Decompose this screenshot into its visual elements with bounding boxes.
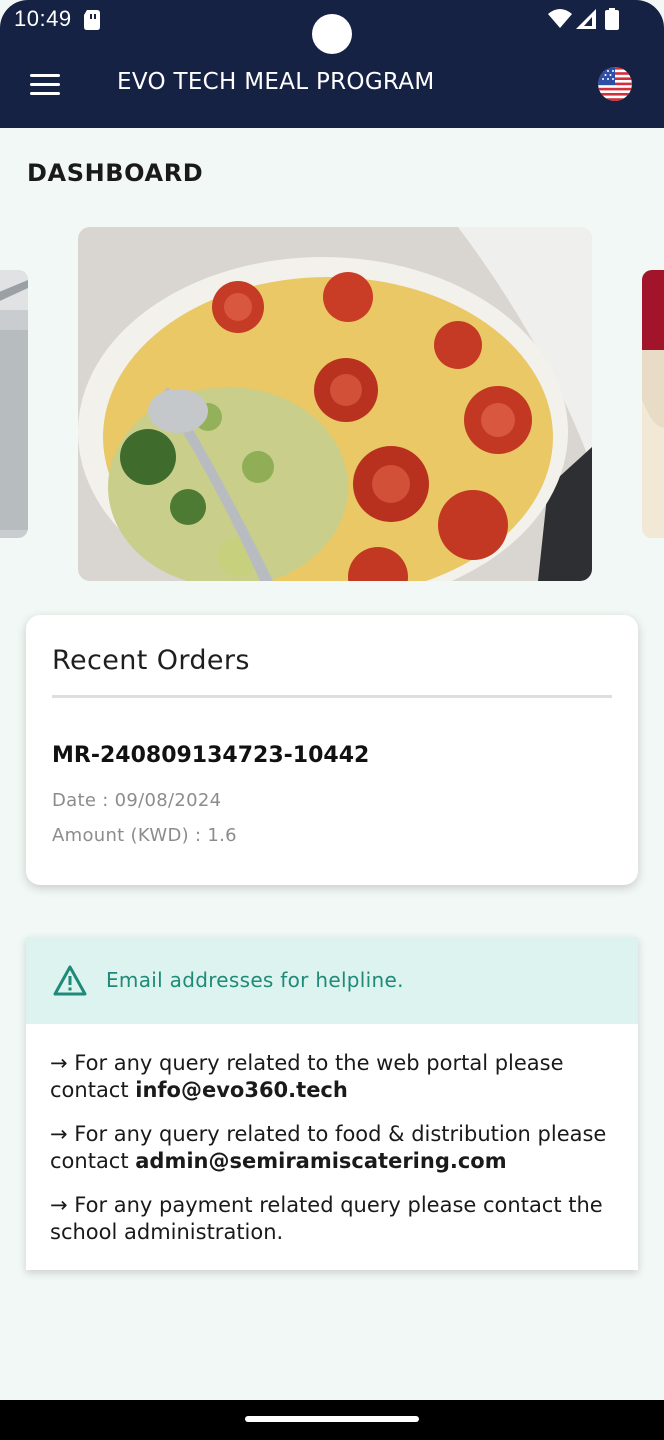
- status-bar: 10:49: [0, 0, 664, 54]
- helpline-email-link[interactable]: info@evo360.tech: [135, 1078, 348, 1102]
- battery-icon: [605, 8, 619, 30]
- helpline-card: Email addresses for helpline. → For any …: [26, 937, 638, 1270]
- order-id[interactable]: MR-240809134723-10442: [52, 743, 369, 768]
- helpline-item: → For any query related to the web porta…: [50, 1050, 620, 1104]
- divider: [52, 695, 612, 698]
- home-gesture-handle[interactable]: [245, 1416, 419, 1422]
- helpline-item: → For any payment related query please c…: [50, 1192, 620, 1246]
- app-header: 10:49 EVO TECH MEAL PROGRAM: [0, 0, 664, 128]
- order-date: Date : 09/08/2024: [52, 790, 222, 811]
- us-flag-icon[interactable]: [598, 67, 632, 101]
- sim-card-icon: [84, 10, 100, 30]
- carousel-main-image[interactable]: [78, 227, 592, 581]
- carousel-prev-image[interactable]: [0, 270, 28, 538]
- camera-cutout: [312, 14, 352, 54]
- carousel-next-image[interactable]: [642, 270, 664, 538]
- helpline-banner-text: Email addresses for helpline.: [106, 968, 404, 992]
- menu-icon[interactable]: [28, 72, 62, 98]
- helpline-email-link[interactable]: admin@semiramiscatering.com: [135, 1149, 506, 1173]
- status-time: 10:49: [14, 6, 72, 31]
- recent-orders-heading: Recent Orders: [52, 645, 250, 676]
- helpline-item-text: → For any payment related query please c…: [50, 1193, 603, 1244]
- page-title: DASHBOARD: [27, 159, 204, 187]
- signal-icon: [576, 9, 596, 29]
- warning-icon: [53, 965, 87, 996]
- helpline-banner: Email addresses for helpline.: [26, 937, 638, 1024]
- order-amount: Amount (KWD) : 1.6: [52, 825, 237, 846]
- system-nav-bar: [0, 1400, 664, 1440]
- wifi-icon: [548, 9, 572, 28]
- recent-orders-card: Recent Orders MR-240809134723-10442 Date…: [26, 615, 638, 885]
- app-title: EVO TECH MEAL PROGRAM: [117, 69, 435, 95]
- helpline-item: → For any query related to food & distri…: [50, 1121, 620, 1175]
